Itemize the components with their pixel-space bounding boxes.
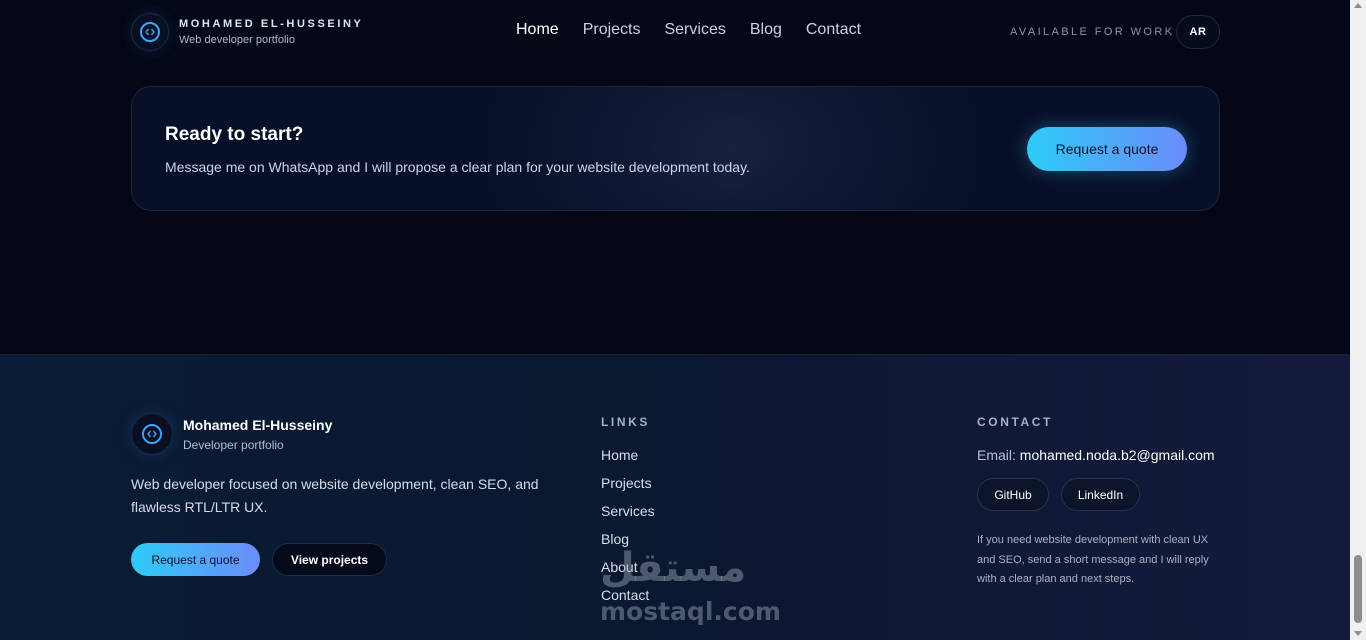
main-nav: Home Projects Services Blog Contact: [516, 21, 861, 39]
footer-brand-subtitle: Developer portfolio: [183, 437, 284, 452]
nav-contact[interactable]: Contact: [806, 21, 861, 39]
page-scrollbar[interactable]: [1350, 0, 1366, 640]
social-links: GitHub LinkedIn: [977, 478, 1140, 511]
contact-email: Email: mohamed.noda.b2@gmail.com: [977, 447, 1215, 463]
code-icon: [131, 13, 169, 51]
site-footer: Mohamed El-Husseiny Developer portfolio …: [0, 354, 1350, 640]
cta-card: Ready to start? Message me on WhatsApp a…: [131, 86, 1220, 211]
nav-blog[interactable]: Blog: [750, 21, 782, 39]
nav-projects[interactable]: Projects: [583, 21, 641, 39]
scroll-down-arrow-icon[interactable]: [1354, 631, 1362, 636]
cta-text: Message me on WhatsApp and I will propos…: [165, 159, 750, 175]
email-label: Email:: [977, 447, 1016, 463]
brand-title: MOHAMED EL-HUSSEINY: [179, 18, 364, 30]
footer-link-contact[interactable]: Contact: [601, 587, 655, 615]
scroll-up-arrow-icon[interactable]: [1354, 3, 1362, 8]
footer-brand[interactable]: Mohamed El-Husseiny Developer portfolio: [131, 413, 332, 455]
nav-services[interactable]: Services: [664, 21, 725, 39]
footer-link-blog[interactable]: Blog: [601, 531, 655, 559]
nav-home[interactable]: Home: [516, 21, 559, 39]
linkedin-button[interactable]: LinkedIn: [1061, 478, 1140, 511]
footer-brand-title: Mohamed El-Husseiny: [183, 416, 333, 433]
language-toggle-button[interactable]: AR: [1176, 15, 1220, 49]
footer-description: Web developer focused on website develop…: [131, 476, 539, 515]
footer-links: Home Projects Services Blog About Contac…: [601, 447, 655, 615]
contact-note: If you need website development with cle…: [977, 534, 1209, 585]
github-button[interactable]: GitHub: [977, 478, 1049, 511]
footer-request-quote-button[interactable]: Request a quote: [131, 543, 260, 576]
request-quote-button[interactable]: Request a quote: [1027, 127, 1187, 171]
footer-link-services[interactable]: Services: [601, 503, 655, 531]
brand[interactable]: MOHAMED EL-HUSSEINY Web developer portfo…: [131, 13, 363, 51]
code-icon: [131, 413, 173, 455]
footer-link-about[interactable]: About: [601, 559, 655, 587]
brand-subtitle: Web developer portfolio: [179, 34, 295, 46]
site-header: MOHAMED EL-HUSSEINY Web developer portfo…: [0, 0, 1350, 64]
links-heading: LINKS: [601, 415, 650, 429]
email-link[interactable]: mohamed.noda.b2@gmail.com: [1020, 447, 1215, 463]
view-projects-button[interactable]: View projects: [272, 543, 387, 576]
availability-status: AVAILABLE FOR WORK: [1010, 26, 1175, 38]
footer-link-projects[interactable]: Projects: [601, 475, 655, 503]
cta-title: Ready to start?: [165, 124, 304, 145]
contact-heading: CONTACT: [977, 415, 1053, 429]
scrollbar-thumb[interactable]: [1354, 555, 1362, 623]
footer-link-home[interactable]: Home: [601, 447, 655, 475]
